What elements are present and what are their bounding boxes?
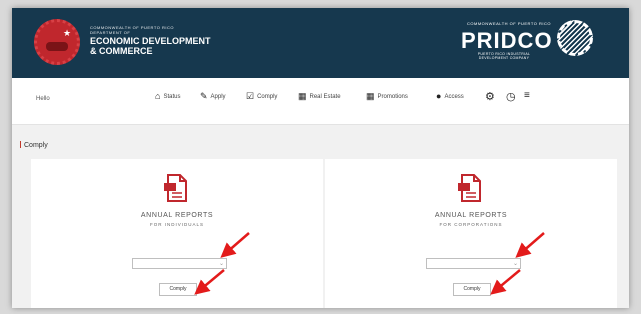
app-window: ★ COMMONWEALTH OF PUERTO RICO DEPARTMENT… — [12, 8, 629, 308]
arrow-to-button-left — [194, 269, 225, 295]
annotation-arrows — [194, 232, 545, 295]
arrow-to-select-left — [220, 232, 250, 258]
arrow-to-select-right — [515, 232, 545, 258]
arrow-to-button-right — [490, 269, 521, 295]
